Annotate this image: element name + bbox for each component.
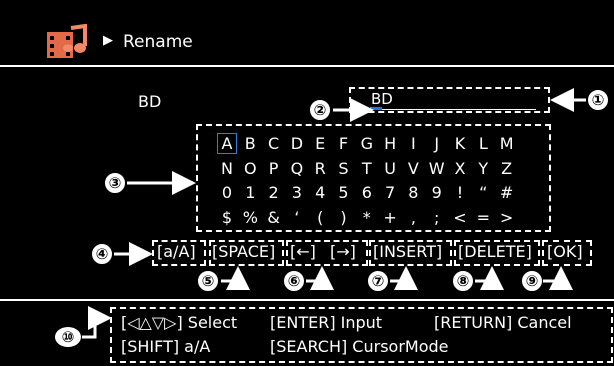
callout-arrows <box>81 88 586 339</box>
callout-8: ⑧ <box>452 270 474 292</box>
callout-6: ⑥ <box>283 270 305 292</box>
callout-9: ⑨ <box>521 270 543 292</box>
callout-4: ④ <box>91 243 113 265</box>
callout-2: ② <box>309 99 331 121</box>
callout-5: ⑤ <box>197 270 219 292</box>
callout-1: ① <box>587 89 609 111</box>
callout-7: ⑦ <box>367 270 389 292</box>
callout-10: ⑩ <box>54 326 82 348</box>
callout-3: ③ <box>104 172 126 194</box>
